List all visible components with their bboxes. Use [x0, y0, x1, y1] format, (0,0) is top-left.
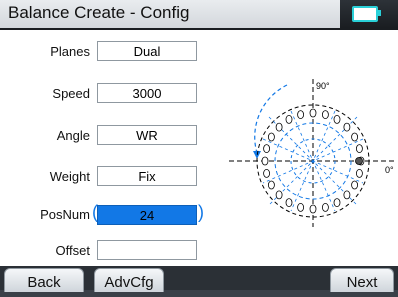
posnum-label: PosNum [40, 207, 90, 222]
speed-field[interactable]: 3000 [97, 83, 197, 103]
title-bar: Balance Create - Config [0, 0, 398, 30]
label-0-degrees: 0° [385, 165, 394, 175]
battery-indicator [340, 0, 398, 28]
angle-label: Angle [56, 128, 90, 143]
advcfg-button[interactable]: AdvCfg [94, 268, 164, 292]
posnum-right-bracket-icon: ) [198, 202, 204, 222]
label-90-degrees: 90° [316, 81, 330, 91]
speed-label: Speed [52, 86, 90, 101]
offset-field[interactable] [97, 240, 197, 260]
rotor-diagram-graphic [229, 79, 397, 227]
weight-label: Weight [49, 169, 90, 184]
offset-label: Offset [55, 243, 90, 258]
back-button[interactable]: Back [4, 268, 84, 292]
rotor-position-diagram: 90° 0° [229, 79, 397, 227]
page-title: Balance Create - Config [8, 3, 190, 22]
planes-label: Planes [50, 44, 90, 59]
battery-icon [352, 6, 378, 22]
next-button[interactable]: Next [330, 268, 394, 292]
bottom-button-bar: Back AdvCfg Next [0, 266, 398, 292]
weight-field[interactable]: Fix [97, 166, 197, 186]
planes-field[interactable]: Dual [97, 41, 197, 61]
battery-tip-icon [378, 10, 381, 16]
angle-field[interactable]: WR [97, 125, 197, 145]
posnum-field[interactable]: 24 [97, 205, 197, 225]
